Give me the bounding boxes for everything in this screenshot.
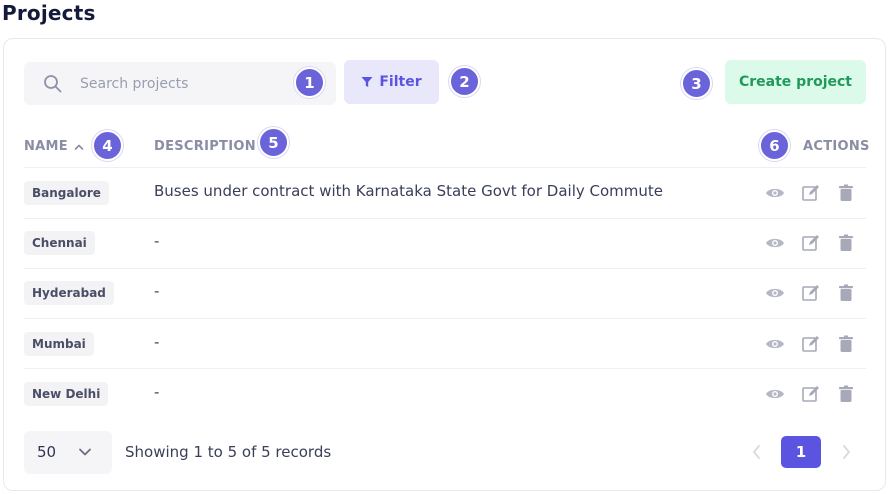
chevron-down-icon <box>79 448 91 456</box>
filter-button-label: Filter <box>379 74 422 90</box>
filter-icon <box>361 77 373 87</box>
edit-icon[interactable] <box>801 334 821 354</box>
search-input[interactable] <box>80 62 310 105</box>
edit-icon[interactable] <box>801 233 821 253</box>
marker-5: 5 <box>258 127 289 158</box>
column-header-name-label: NAME <box>24 139 68 154</box>
records-summary: Showing 1 to 5 of 5 records <box>125 443 332 461</box>
page-title: Projects <box>2 1 96 25</box>
page-size-select[interactable]: 50 <box>24 431 112 474</box>
eye-icon[interactable] <box>765 334 785 354</box>
eye-icon[interactable] <box>765 384 785 404</box>
eye-icon[interactable] <box>765 283 785 303</box>
marker-4: 4 <box>92 130 123 161</box>
trash-icon[interactable] <box>836 334 856 354</box>
trash-icon[interactable] <box>836 384 856 404</box>
project-name-badge: Hyderabad <box>24 281 114 305</box>
edit-icon[interactable] <box>801 384 821 404</box>
chevron-left-icon[interactable] <box>748 442 766 462</box>
filter-button[interactable]: Filter <box>344 60 439 104</box>
search-box[interactable] <box>24 62 336 105</box>
project-name-badge: Bangalore <box>24 181 109 205</box>
marker-3: 3 <box>681 68 712 99</box>
project-name-badge: Chennai <box>24 231 95 255</box>
project-description: - <box>154 383 160 401</box>
marker-6: 6 <box>759 130 790 161</box>
trash-icon[interactable] <box>836 183 856 203</box>
edit-icon[interactable] <box>801 283 821 303</box>
projects-card: 1 Filter 2 3 Create project NAME 4 DESCR… <box>3 38 886 491</box>
marker-2: 2 <box>449 66 480 97</box>
table-row: Mumbai - <box>24 319 866 369</box>
project-name-badge: Mumbai <box>24 332 94 356</box>
page-button-current[interactable]: 1 <box>781 436 821 468</box>
table-row: New Delhi - <box>24 369 866 419</box>
project-description: - <box>154 232 160 250</box>
chevron-up-icon <box>74 144 84 150</box>
project-description: - <box>154 282 160 300</box>
column-header-actions: ACTIONS <box>803 139 870 154</box>
page-size-value: 50 <box>37 443 57 461</box>
project-description: Buses under contract with Karnataka Stat… <box>154 182 664 200</box>
chevron-right-icon[interactable] <box>837 442 855 462</box>
create-project-button[interactable]: Create project <box>725 60 866 104</box>
table-row: Hyderabad - <box>24 268 866 318</box>
project-description: - <box>154 333 160 351</box>
eye-icon[interactable] <box>765 233 785 253</box>
column-header-name[interactable]: NAME <box>24 139 84 154</box>
eye-icon[interactable] <box>765 183 785 203</box>
marker-1: 1 <box>294 67 325 98</box>
table-row: Chennai - <box>24 218 866 268</box>
search-icon <box>44 75 62 93</box>
project-name-badge: New Delhi <box>24 382 109 406</box>
table-row: Bangalore Buses under contract with Karn… <box>24 168 866 218</box>
trash-icon[interactable] <box>836 283 856 303</box>
trash-icon[interactable] <box>836 233 856 253</box>
column-header-description: DESCRIPTION <box>154 139 256 154</box>
edit-icon[interactable] <box>801 183 821 203</box>
